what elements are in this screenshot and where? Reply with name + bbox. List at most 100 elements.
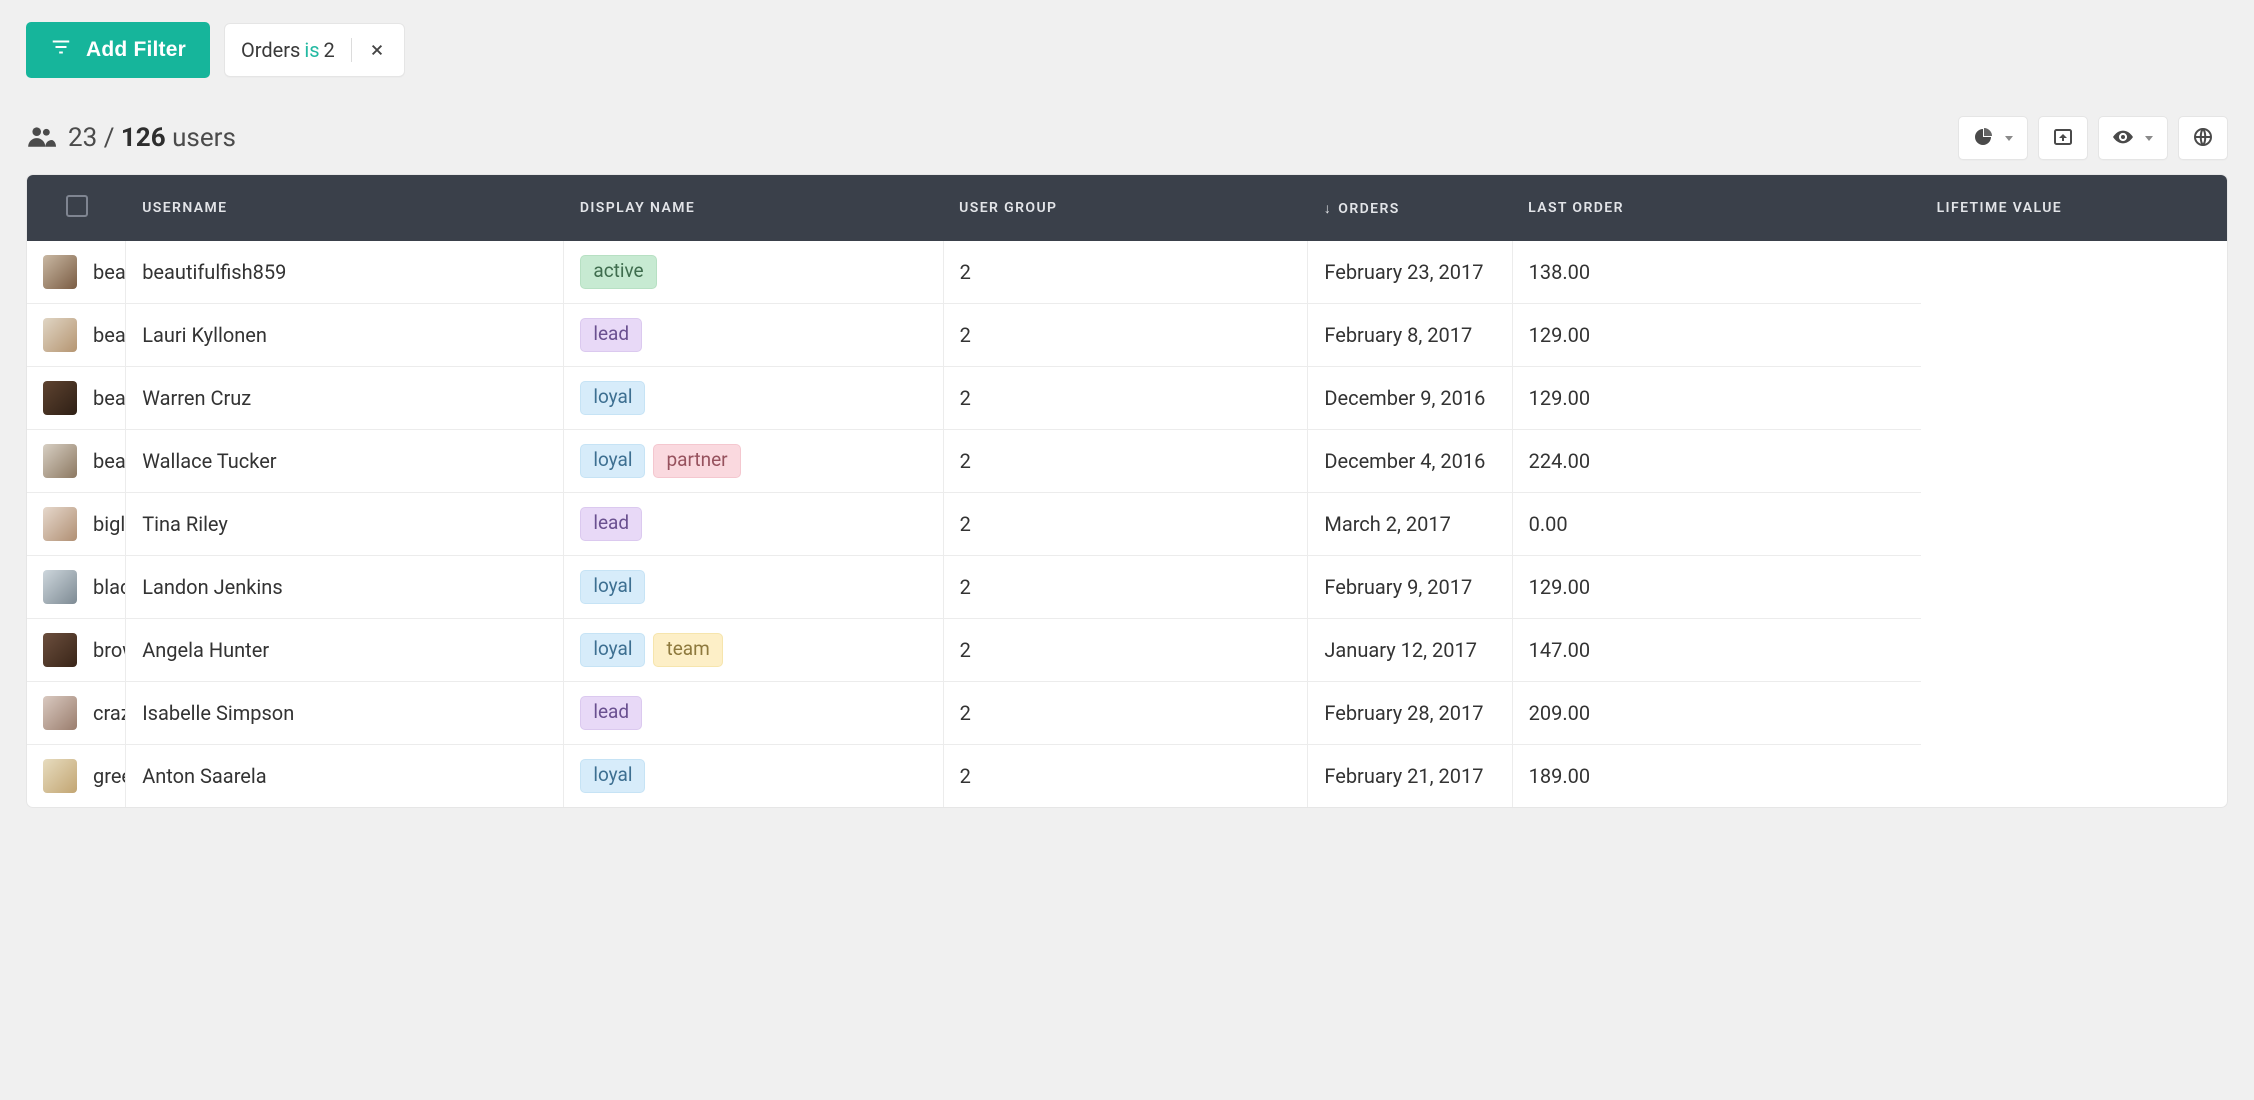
tag-lead[interactable]: lead xyxy=(580,318,642,352)
avatar xyxy=(43,318,77,352)
cell-orders: 2 xyxy=(943,366,1308,429)
table-row[interactable]: beautifulfish859beautifulfish859 active 2F… xyxy=(27,241,2227,303)
filter-icon xyxy=(50,36,72,64)
people-icon xyxy=(26,125,56,151)
cell-last-order: February 23, 2017 xyxy=(1308,241,1512,303)
tag-lead[interactable]: lead xyxy=(580,507,642,541)
cell-display-name: Warren Cruz xyxy=(126,366,564,429)
tag-loyal[interactable]: loyal xyxy=(580,570,645,604)
table-row[interactable]: beautifulwolf924Wallace Tuckerloyalpartn… xyxy=(27,429,2227,492)
column-header-select[interactable] xyxy=(27,175,126,241)
add-filter-button[interactable]: Add Filter xyxy=(26,22,210,78)
cell-orders: 2 xyxy=(943,241,1308,303)
username-text: brownbear112 xyxy=(93,638,126,662)
cell-username[interactable]: blackelephant678 xyxy=(27,555,126,618)
column-header-last-order[interactable]: LAST ORDER xyxy=(1512,175,1920,241)
tag-loyal[interactable]: loyal xyxy=(580,633,645,667)
cell-username[interactable]: beautifulfish859 xyxy=(27,241,126,303)
summary-shown: 23 xyxy=(68,123,97,153)
cell-display-name: Tina Riley xyxy=(126,492,564,555)
table-row[interactable]: blackelephant678Landon Jenkinsloyal2Febr… xyxy=(27,555,2227,618)
filter-chip-orders[interactable]: Orders is 2 xyxy=(224,23,405,77)
tag-lead[interactable]: lead xyxy=(580,696,642,730)
eye-icon xyxy=(2113,127,2133,150)
cell-ltv: 129.00 xyxy=(1512,555,1920,618)
cell-display-name: Lauri Kyllonen xyxy=(126,303,564,366)
tag-loyal[interactable]: loyal xyxy=(580,444,645,478)
chevron-down-icon xyxy=(2005,136,2013,141)
avatar xyxy=(43,381,77,415)
cell-last-order: December 4, 2016 xyxy=(1308,429,1512,492)
avatar xyxy=(43,696,77,730)
cell-ltv: 129.00 xyxy=(1512,303,1920,366)
table-row[interactable]: greenpanda316Anton Saarela loyal 2February… xyxy=(27,744,2227,807)
column-header-display-name[interactable]: DISPLAY NAME xyxy=(564,175,943,241)
column-header-orders[interactable]: ↓ORDERS xyxy=(1308,175,1512,241)
cell-username[interactable]: beautifulgorilla340 xyxy=(27,303,126,366)
filter-chip-remove-button[interactable] xyxy=(366,36,388,64)
cell-user-group: lead xyxy=(564,681,943,744)
tag-team[interactable]: team xyxy=(653,633,722,667)
cell-ltv: 189.00 xyxy=(1512,744,1920,807)
tag-loyal[interactable]: loyal xyxy=(580,381,645,415)
avatar xyxy=(43,633,77,667)
sort-descending-icon: ↓ xyxy=(1324,201,1332,217)
username-text: beautifulgorilla340 xyxy=(93,323,126,347)
cell-ltv: 147.00 xyxy=(1512,618,1920,681)
cell-username[interactable]: greenpanda316 xyxy=(27,744,126,807)
avatar xyxy=(43,255,77,289)
cell-last-order: February 21, 2017 xyxy=(1308,744,1512,807)
visibility-button[interactable] xyxy=(2098,116,2168,160)
summary-text: 23 / 126 users xyxy=(68,123,236,153)
cell-user-group: loyal xyxy=(564,555,943,618)
username-text: beautifulwolf924 xyxy=(93,449,126,473)
cell-last-order: December 9, 2016 xyxy=(1308,366,1512,429)
cell-username[interactable]: crazygoose215 xyxy=(27,681,126,744)
column-header-user-group[interactable]: USER GROUP xyxy=(943,175,1308,241)
avatar xyxy=(43,570,77,604)
add-filter-label: Add Filter xyxy=(86,38,186,62)
open-in-browser-icon xyxy=(2053,127,2073,150)
select-all-checkbox[interactable] xyxy=(66,195,88,217)
public-share-button[interactable] xyxy=(2178,116,2228,160)
cell-user-group: lead xyxy=(564,303,943,366)
cell-display-name: Anton Saarela xyxy=(126,744,564,807)
table-row[interactable]: crazygoose215Isabelle Simpson lead 2Februa… xyxy=(27,681,2227,744)
cell-username[interactable]: beautifulwolf924 xyxy=(27,429,126,492)
username-text: beautifulfish859 xyxy=(93,260,126,284)
chart-view-button[interactable] xyxy=(1958,116,2028,160)
filter-bar: Add Filter Orders is 2 xyxy=(26,22,2228,78)
tag-active[interactable]: active xyxy=(580,255,656,289)
cell-orders: 2 xyxy=(943,429,1308,492)
tag-partner[interactable]: partner xyxy=(653,444,740,478)
close-icon xyxy=(370,38,384,62)
table-row[interactable]: beautifulgorilla340Lauri Kyllonenlead2Fe… xyxy=(27,303,2227,366)
tag-loyal[interactable]: loyal xyxy=(580,759,645,793)
cell-user-group: loyal xyxy=(564,366,943,429)
table-row[interactable]: bigleopard800Tina Rileylead2March 2, 201… xyxy=(27,492,2227,555)
username-text: blackelephant678 xyxy=(93,575,126,599)
cell-display-name: beautifulfish859 xyxy=(126,241,564,303)
avatar xyxy=(43,507,77,541)
username-text: crazygoose215 xyxy=(93,701,126,725)
cell-ltv: 209.00 xyxy=(1512,681,1920,744)
open-external-button[interactable] xyxy=(2038,116,2088,160)
cell-last-order: January 12, 2017 xyxy=(1308,618,1512,681)
filter-chip-value: 2 xyxy=(324,38,335,62)
summary-total: 126 xyxy=(121,123,166,153)
cell-username[interactable]: beautifulswan745 xyxy=(27,366,126,429)
column-header-username[interactable]: USERNAME xyxy=(126,175,564,241)
pie-chart-icon xyxy=(1973,127,1993,150)
column-header-ltv[interactable]: LIFETIME VALUE xyxy=(1921,175,2227,241)
avatar xyxy=(43,444,77,478)
cell-display-name: Angela Hunter xyxy=(126,618,564,681)
cell-orders: 2 xyxy=(943,681,1308,744)
table-row[interactable]: brownbear112Angela Hunterloyalteam2Janua… xyxy=(27,618,2227,681)
cell-last-order: February 28, 2017 xyxy=(1308,681,1512,744)
cell-username[interactable]: brownbear112 xyxy=(27,618,126,681)
cell-display-name: Isabelle Simpson xyxy=(126,681,564,744)
cell-orders: 2 xyxy=(943,744,1308,807)
cell-ltv: 138.00 xyxy=(1512,241,1920,303)
cell-username[interactable]: bigleopard800 xyxy=(27,492,126,555)
table-row[interactable]: beautifulswan745Warren Cruz loyal 2Decembe… xyxy=(27,366,2227,429)
